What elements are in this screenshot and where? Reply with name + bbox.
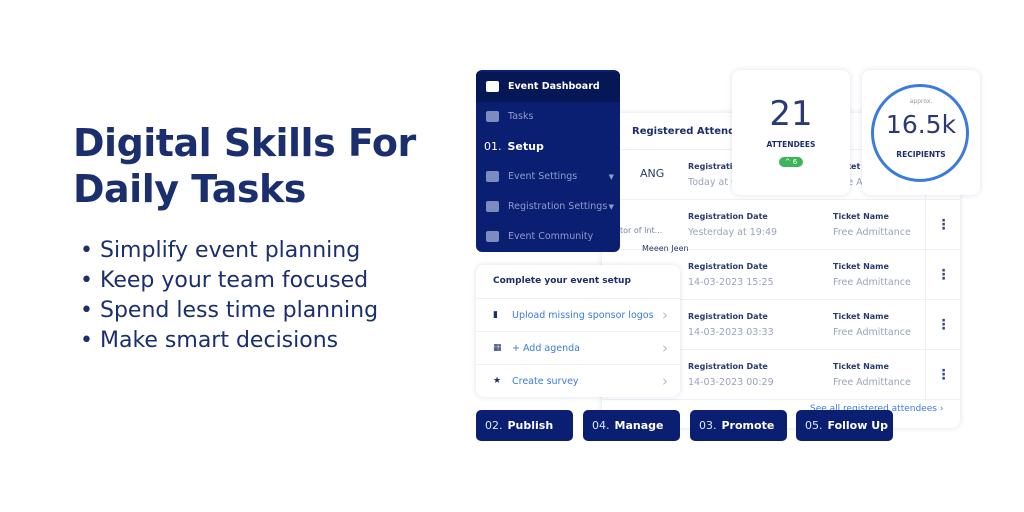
setup-item-add-agenda[interactable]: ▦ + Add agenda › <box>476 331 680 364</box>
event-setup-card: Complete your event setup ▮ Upload missin… <box>476 265 680 397</box>
date-label: Registration Date <box>688 312 768 321</box>
sidebar-item-event-dashboard[interactable]: Event Dashboard <box>476 72 620 102</box>
calendar-check-icon <box>486 201 499 212</box>
approx-label: approx. <box>909 98 933 105</box>
ticket-label: Ticket Name <box>833 262 889 271</box>
dashboard-icon <box>486 81 499 92</box>
attendees-delta-badge: ^ 6 <box>778 157 804 167</box>
bullet: Make smart decisions <box>80 326 378 356</box>
sidebar-item-registration-settings[interactable]: Registration Settings ▼ <box>476 192 620 222</box>
ticket-label: Ticket Name <box>833 312 889 321</box>
registration-date: Today at 0 <box>688 177 738 188</box>
sidebar-item-event-settings[interactable]: Event Settings ▼ <box>476 162 620 192</box>
sidebar-item-setup[interactable]: 01. Setup <box>476 132 620 162</box>
chevron-right-icon: › <box>662 372 668 390</box>
star-icon: ★ <box>493 376 502 386</box>
caret-down-icon: ▼ <box>608 173 614 181</box>
attendees-count: 21 <box>769 94 813 134</box>
recipients-label: RECIPIENTS <box>896 150 946 159</box>
registration-date: 14-03-2023 03:33 <box>688 327 774 338</box>
date-label: Registration Date <box>688 362 768 371</box>
bullet: Spend less time planning <box>80 296 378 326</box>
file-icon: ▮ <box>493 310 498 320</box>
more-options-icon[interactable]: ⋮ <box>925 300 961 350</box>
attendee-name: ANG <box>640 167 665 180</box>
attendees-stat-card: 21 ATTENDEES ^ 6 <box>732 70 850 195</box>
sidebar-item-event-community[interactable]: Event Community <box>476 222 620 252</box>
community-icon <box>486 231 499 242</box>
step-publish-button[interactable]: 02. Publish <box>476 410 573 441</box>
attendees-label: ATTENDEES <box>766 140 816 149</box>
ticket-label: Ticket Name <box>833 362 889 371</box>
attendee-name: tor of Int... <box>620 226 663 235</box>
bullet: Simplify event planning <box>80 236 378 266</box>
sidebar-item-tasks[interactable]: Tasks <box>476 102 620 132</box>
ticket-name: Free Admittance <box>833 377 911 388</box>
ticket-label: Ticket Name <box>833 212 889 221</box>
caret-down-icon: ▼ <box>608 203 614 211</box>
more-options-icon[interactable]: ⋮ <box>925 350 961 400</box>
attendee-name: Meeen Jeen <box>642 244 689 253</box>
settings-calendar-icon <box>486 171 499 182</box>
calendar-icon: ▦ <box>493 343 502 353</box>
setup-item-upload-logos[interactable]: ▮ Upload missing sponsor logos › <box>476 298 680 331</box>
setup-title: Complete your event setup <box>493 276 631 286</box>
recipients-stat-card: approx. 16.5k RECIPIENTS <box>862 70 980 195</box>
registration-date: 14-03-2023 00:29 <box>688 377 774 388</box>
registration-date: 14-03-2023 15:25 <box>688 277 774 288</box>
registration-date: Yesterday at 19:49 <box>688 227 778 238</box>
chevron-right-icon: › <box>662 339 668 357</box>
attendee-row[interactable]: tor of Int... Registration Date Yesterda… <box>602 200 960 250</box>
headline-title: Digital Skills For Daily Tasks <box>73 121 416 211</box>
bullet-list: Simplify event planning Keep your team f… <box>80 236 378 356</box>
tasks-icon <box>486 111 499 122</box>
setup-item-create-survey[interactable]: ★ Create survey › <box>476 364 680 397</box>
bullet: Keep your team focused <box>80 266 378 296</box>
recipients-count: 16.5k <box>885 110 957 139</box>
step-follow-up-button[interactable]: 05. Follow Up <box>796 410 893 441</box>
more-options-icon[interactable]: ⋮ <box>925 200 961 250</box>
chevron-right-icon: › <box>662 306 668 324</box>
more-options-icon[interactable]: ⋮ <box>925 250 961 300</box>
ticket-name: Free Admittance <box>833 227 911 238</box>
step-promote-button[interactable]: 03. Promote <box>690 410 787 441</box>
date-label: Registration Date <box>688 262 768 271</box>
step-manage-button[interactable]: 04. Manage <box>583 410 680 441</box>
date-label: Registration Date <box>688 212 768 221</box>
ticket-name: Free Admittance <box>833 327 911 338</box>
ticket-name: Free Admittance <box>833 277 911 288</box>
sidebar-menu: Event Dashboard Tasks 01. Setup Event Set… <box>476 70 620 252</box>
